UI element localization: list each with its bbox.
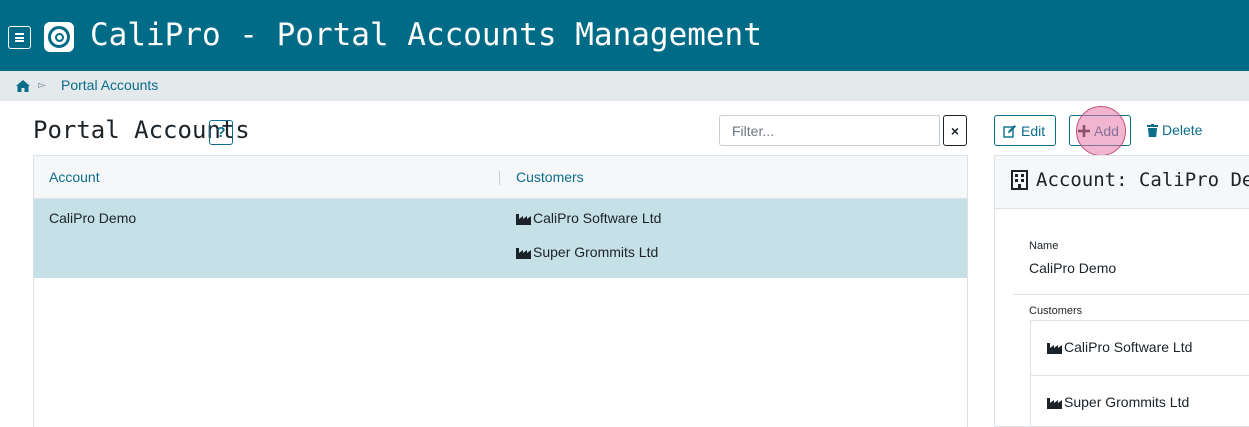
accounts-table: Account Customers CaliPro Demo CaliPro S… <box>33 155 968 427</box>
customer-cell-item: Super Grommits Ltd <box>516 244 658 260</box>
table-header: Account Customers <box>34 156 967 199</box>
building-icon <box>1011 170 1028 190</box>
list-item[interactable]: CaliPro Software Ltd <box>1031 321 1249 376</box>
breadcrumb-item-portal-accounts[interactable]: Portal Accounts <box>61 77 158 93</box>
hamburger-menu-icon[interactable] <box>8 26 31 49</box>
filter-input[interactable] <box>719 115 940 146</box>
customer-entry: CaliPro Software Ltd <box>1047 339 1192 355</box>
add-label: Add <box>1094 122 1119 139</box>
app-header: CaliPro - Portal Accounts Management <box>0 0 1249 71</box>
home-icon[interactable] <box>15 79 31 93</box>
customer-name: CaliPro Software Ltd <box>533 210 662 226</box>
column-header-account[interactable]: Account <box>49 169 100 185</box>
account-detail-panel: Account: CaliPro Demo Name CaliPro Demo … <box>994 155 1249 427</box>
table-row[interactable]: CaliPro Demo CaliPro Software Ltd Super … <box>34 199 967 278</box>
app-title: CaliPro - Portal Accounts Management <box>90 17 762 53</box>
factory-icon <box>516 247 531 259</box>
clear-filter-button[interactable]: × <box>943 115 967 146</box>
customer-cell-item: CaliPro Software Ltd <box>516 210 661 226</box>
edit-button[interactable]: Edit <box>994 115 1056 146</box>
factory-icon <box>1047 397 1062 409</box>
detail-header: Account: CaliPro Demo <box>995 156 1249 209</box>
factory-icon <box>1047 342 1062 354</box>
column-divider <box>499 171 500 185</box>
calipro-logo-icon <box>44 22 74 52</box>
breadcrumb <box>0 71 1249 101</box>
detail-title: Account: CaliPro Demo <box>1011 169 1249 191</box>
help-button[interactable]: ? <box>209 120 233 145</box>
name-value: CaliPro Demo <box>1029 260 1117 276</box>
edit-label: Edit <box>1021 122 1046 139</box>
column-header-customers[interactable]: Customers <box>516 169 584 185</box>
factory-icon <box>516 213 531 225</box>
account-cell: CaliPro Demo <box>49 210 137 226</box>
customer-name: CaliPro Software Ltd <box>1064 339 1193 355</box>
section-divider <box>1013 294 1249 295</box>
list-item[interactable]: Super Grommits Ltd <box>1031 376 1249 427</box>
customer-name: Super Grommits Ltd <box>1064 394 1190 410</box>
customers-list: CaliPro Software Ltd Super Grommits Ltd <box>1030 320 1249 427</box>
triangle-right-icon: ▻ <box>38 80 46 91</box>
customer-name: Super Grommits Ltd <box>533 244 659 260</box>
plus-icon <box>1078 124 1090 137</box>
delete-button[interactable]: Delete <box>1147 122 1202 138</box>
delete-label: Delete <box>1162 122 1203 138</box>
customer-entry: Super Grommits Ltd <box>1047 394 1189 410</box>
add-button[interactable]: Add <box>1069 115 1131 146</box>
edit-icon <box>1003 124 1016 138</box>
detail-title-text: Account: CaliPro Demo <box>1036 169 1249 191</box>
trash-icon <box>1147 123 1158 137</box>
customers-label: Customers <box>1029 305 1083 317</box>
name-label: Name <box>1029 240 1059 252</box>
